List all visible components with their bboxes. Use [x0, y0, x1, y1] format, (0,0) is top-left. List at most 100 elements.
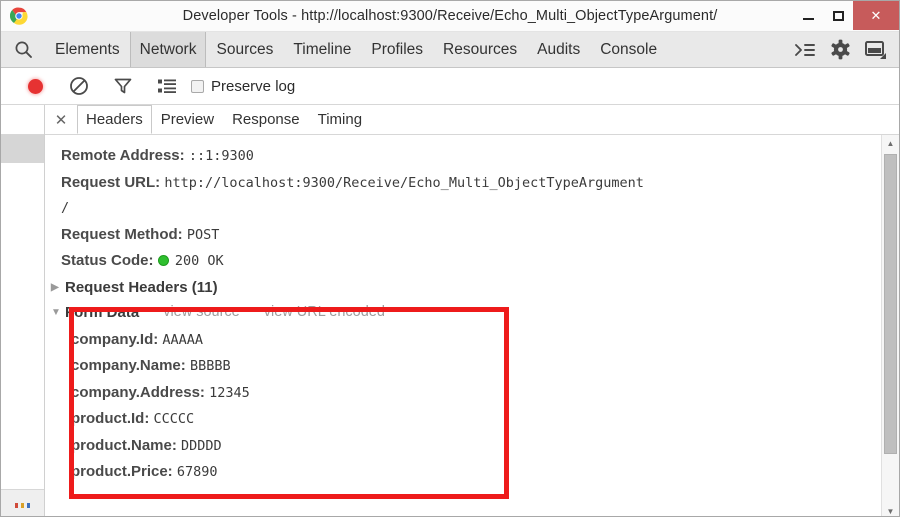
- devtools-window: Developer Tools - http://localhost:9300/…: [0, 0, 900, 517]
- remote-address-value: ::1:9300: [188, 148, 254, 164]
- dock-position-icon[interactable]: [865, 40, 887, 60]
- search-button[interactable]: [1, 32, 45, 67]
- scroll-up-icon[interactable]: ▲: [882, 135, 899, 152]
- form-data-row: company.Id: AAAAA: [71, 327, 899, 354]
- chrome-logo-icon: [10, 7, 28, 25]
- scroll-down-icon[interactable]: ▼: [882, 503, 899, 516]
- subtab-response[interactable]: Response: [223, 105, 309, 134]
- form-key: company.Address:: [71, 383, 205, 401]
- filter-icon: [113, 76, 133, 96]
- view-list-button[interactable]: [145, 78, 189, 94]
- request-method-label: Request Method:: [61, 225, 183, 243]
- form-data-row: company.Name: BBBBB: [71, 353, 899, 380]
- form-data-row: product.Name: DDDDD: [71, 433, 899, 460]
- request-headers-label: Request Headers (11): [65, 278, 218, 296]
- search-icon: [14, 40, 33, 59]
- maximize-icon: [832, 10, 844, 21]
- list-view-icon: [157, 78, 177, 94]
- form-key: company.Id:: [71, 330, 159, 348]
- sidebar-selected-request[interactable]: [1, 135, 44, 163]
- form-key: product.Name:: [71, 436, 177, 454]
- dot-yellow-icon: [21, 502, 24, 508]
- minimize-icon: [802, 18, 814, 20]
- remote-address-row: Remote Address: ::1:9300: [61, 143, 899, 170]
- tab-resources[interactable]: Resources: [433, 32, 527, 67]
- panel-tab-bar: Elements Network Sources Timeline Profil…: [1, 32, 899, 68]
- request-method-value: POST: [186, 226, 220, 243]
- form-key: product.Price:: [71, 463, 173, 480]
- status-code-label: Status Code:: [61, 252, 154, 269]
- subtab-headers[interactable]: Headers: [77, 105, 152, 134]
- body-area: ✕ Headers Preview Response Timing Remote…: [1, 105, 899, 516]
- form-data-label: Form Data: [65, 303, 140, 321]
- dot-red-icon: [15, 502, 18, 508]
- panel-bar-actions: [794, 32, 893, 67]
- form-data-row: product.Price: 67890: [71, 459, 899, 486]
- tab-timeline[interactable]: Timeline: [283, 32, 361, 67]
- title-bar: Developer Tools - http://localhost:9300/…: [1, 1, 899, 32]
- form-data-links: view source view URL encoded: [139, 300, 385, 325]
- subtab-preview[interactable]: Preview: [152, 105, 223, 134]
- request-headers-section[interactable]: ▶ Request Headers (11): [51, 275, 899, 300]
- headers-content: Remote Address: ::1:9300 Request URL: ht…: [45, 135, 899, 516]
- console-drawer-icon[interactable]: [794, 41, 816, 59]
- form-value: 12345: [209, 384, 250, 401]
- form-value: DDDDD: [181, 437, 222, 454]
- preserve-log-checkbox[interactable]: [191, 79, 204, 93]
- form-data-rows: company.Id: AAAAA company.Name: BBBBB co…: [61, 325, 899, 486]
- form-value: CCCCC: [153, 411, 195, 427]
- view-source-link[interactable]: view source: [163, 300, 240, 325]
- content-scrollbar[interactable]: ▲ ▼: [881, 135, 899, 516]
- form-data-row: product.Id: CCCCC: [71, 406, 899, 433]
- requests-sidebar: [1, 105, 45, 516]
- record-button[interactable]: [13, 78, 57, 94]
- chevron-down-icon: ▼: [51, 306, 61, 318]
- detail-pane: ✕ Headers Preview Response Timing Remote…: [45, 105, 899, 516]
- sidebar-empty-area: [1, 163, 44, 489]
- detail-tab-bar: ✕ Headers Preview Response Timing: [45, 105, 899, 135]
- scrollbar-track[interactable]: [882, 152, 899, 503]
- request-url-value: http://localhost:9300/Receive/Echo_Multi…: [164, 174, 644, 191]
- window-title: Developer Tools - http://localhost:9300/…: [182, 8, 718, 24]
- tab-console[interactable]: Console: [590, 32, 667, 67]
- view-url-encoded-link[interactable]: view URL encoded: [264, 300, 385, 325]
- form-data-row: company.Address: 12345: [71, 380, 899, 407]
- sidebar-more-button[interactable]: [1, 489, 44, 516]
- maximize-button[interactable]: [823, 1, 853, 30]
- request-method-row: Request Method: POST: [61, 222, 899, 249]
- tab-sources[interactable]: Sources: [206, 32, 283, 67]
- form-value: AAAAA: [162, 331, 204, 348]
- clear-button[interactable]: [57, 76, 101, 96]
- tab-network[interactable]: Network: [129, 32, 207, 67]
- preserve-log-control[interactable]: Preserve log: [191, 78, 295, 95]
- network-toolbar: Preserve log: [1, 68, 899, 105]
- tab-elements[interactable]: Elements: [45, 32, 130, 67]
- gear-icon[interactable]: [830, 39, 851, 60]
- filter-button[interactable]: [101, 76, 145, 96]
- form-value: 67890: [176, 464, 218, 480]
- headers-list: Remote Address: ::1:9300 Request URL: ht…: [45, 135, 899, 486]
- sidebar-header: [1, 105, 44, 135]
- status-ok-icon: [157, 255, 169, 266]
- scrollbar-thumb[interactable]: [884, 154, 897, 454]
- clear-icon: [69, 76, 89, 96]
- window-controls: ✕: [793, 1, 899, 30]
- chevron-right-icon: ▶: [51, 281, 59, 293]
- minimize-button[interactable]: [793, 1, 823, 30]
- subtab-timing[interactable]: Timing: [309, 105, 371, 134]
- close-button[interactable]: ✕: [853, 1, 899, 30]
- request-url-wrap: /: [61, 200, 70, 216]
- sidebar-list: [1, 135, 44, 489]
- request-url-label: Request URL:: [61, 173, 161, 191]
- status-code-value: 200 OK: [174, 253, 224, 269]
- tab-audits[interactable]: Audits: [527, 32, 590, 67]
- form-data-section[interactable]: ▼ Form Data view source view URL encoded: [51, 300, 899, 325]
- record-icon: [27, 78, 43, 94]
- form-key: product.Id:: [71, 410, 150, 427]
- tab-profiles[interactable]: Profiles: [361, 32, 433, 67]
- close-detail-button[interactable]: ✕: [45, 105, 77, 134]
- request-url-row: Request URL: http://localhost:9300/Recei…: [61, 170, 899, 197]
- status-code-row: Status Code: 200 OK: [61, 248, 899, 275]
- dot-blue-icon: [27, 502, 30, 508]
- panel-tabs: Elements Network Sources Timeline Profil…: [45, 32, 667, 67]
